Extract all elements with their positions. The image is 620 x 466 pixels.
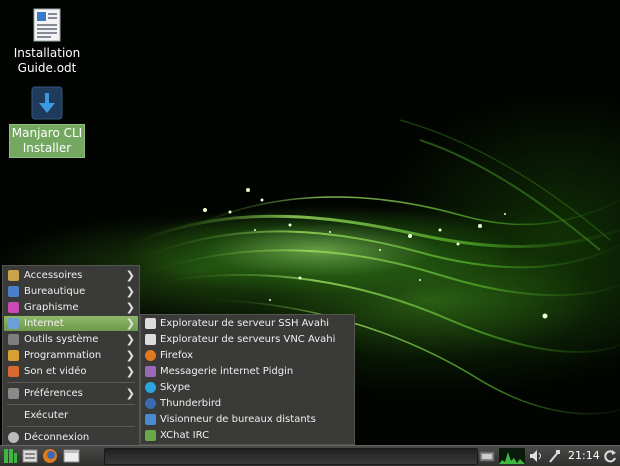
network-icon [479, 451, 495, 462]
submenu-arrow-icon: ❯ [125, 365, 135, 378]
remote-desktop-icon [145, 414, 156, 425]
file-manager-launcher[interactable] [22, 448, 38, 464]
menu-item-bureautique[interactable]: Bureautique ❯ [4, 284, 138, 299]
power-plug-icon [549, 450, 560, 463]
submenu-item-xchat[interactable]: XChat IRC [142, 428, 353, 444]
submenu-item-avahi-vnc[interactable]: Explorateur de serveurs VNC Avahi [142, 332, 353, 348]
bottom-panel: 21:14 [0, 445, 620, 466]
menu-separator [7, 382, 135, 383]
menu-item-graphisme[interactable]: Graphisme ❯ [4, 300, 138, 315]
programming-icon [8, 350, 19, 361]
submenu-item-skype[interactable]: Skype [142, 380, 353, 396]
firefox-icon [43, 449, 57, 463]
submenu-item-avahi-ssh[interactable]: Explorateur de serveur SSH Avahi [142, 316, 353, 332]
application-menu: Accessoires ❯ Bureautique ❯ Graphisme ❯ … [2, 265, 140, 446]
submenu-item-pidgin[interactable]: Messagerie internet Pidgin [142, 364, 353, 380]
submenu-arrow-icon: ❯ [125, 317, 135, 330]
submenu-arrow-icon: ❯ [125, 349, 135, 362]
document-icon [31, 8, 63, 42]
xchat-icon [145, 430, 156, 441]
office-icon [8, 286, 19, 297]
network-tray-button[interactable] [478, 448, 496, 464]
menu-item-outils-systeme[interactable]: Outils système ❯ [4, 332, 138, 347]
logout-icon [8, 432, 19, 443]
submenu-arrow-icon: ❯ [125, 285, 135, 298]
refresh-icon [604, 450, 616, 463]
menu-item-accessoires[interactable]: Accessoires ❯ [4, 268, 138, 283]
desktop-icon-label: Manjaro CLI Installer [9, 124, 85, 158]
menu-launcher-button[interactable] [3, 448, 17, 464]
manjaro-logo-icon [4, 449, 17, 463]
clock[interactable]: 21:14 [568, 449, 600, 462]
desktop: Installation Guide.odt Manjaro CLI Insta… [0, 0, 620, 466]
preferences-icon [8, 388, 19, 399]
accessories-icon [8, 270, 19, 281]
menu-separator [7, 426, 135, 427]
skype-icon [145, 382, 156, 393]
show-desktop-button[interactable] [63, 448, 80, 464]
menu-item-son-et-video[interactable]: Son et vidéo ❯ [4, 364, 138, 379]
submenu-arrow-icon: ❯ [125, 333, 135, 346]
power-plug-button[interactable] [548, 448, 562, 464]
logout-panel-button[interactable] [603, 448, 617, 464]
firefox-launcher[interactable] [42, 448, 58, 464]
submenu-arrow-icon: ❯ [125, 387, 135, 400]
installer-icon [31, 86, 63, 120]
avahi-ssh-icon [145, 318, 156, 329]
internet-icon [8, 318, 19, 329]
graphics-icon [8, 302, 19, 313]
menu-item-deconnexion[interactable]: Déconnexion [4, 430, 138, 445]
menu-item-executer[interactable]: Exécuter [4, 408, 138, 423]
menu-separator [7, 404, 135, 405]
menu-item-programmation[interactable]: Programmation ❯ [4, 348, 138, 363]
submenu-item-thunderbird[interactable]: Thunderbird [142, 396, 353, 412]
internet-submenu: Explorateur de serveur SSH Avahi Explora… [140, 314, 355, 445]
menu-item-internet[interactable]: Internet ❯ [4, 316, 138, 331]
desktop-icon-label: Installation Guide.odt [13, 46, 81, 75]
file-manager-icon [22, 449, 38, 463]
volume-button[interactable] [529, 448, 543, 464]
thunderbird-icon [145, 398, 156, 409]
taskbar[interactable] [104, 448, 478, 465]
system-tools-icon [8, 334, 19, 345]
volume-icon [530, 450, 541, 462]
menu-item-preferences[interactable]: Préférences ❯ [4, 386, 138, 401]
submenu-item-firefox[interactable]: Firefox [142, 348, 353, 364]
firefox-icon [145, 350, 156, 361]
multimedia-icon [8, 366, 19, 377]
avahi-vnc-icon [145, 334, 156, 345]
submenu-item-remote-desktop[interactable]: Visionneur de bureaux distants [142, 412, 353, 428]
window-icon [63, 449, 80, 463]
desktop-icon-manjaro-cli-installer[interactable]: Manjaro CLI Installer [7, 86, 87, 158]
pidgin-icon [145, 366, 156, 377]
desktop-icon-installation-guide[interactable]: Installation Guide.odt [7, 8, 87, 76]
cpu-monitor[interactable] [499, 448, 525, 464]
submenu-arrow-icon: ❯ [125, 269, 135, 282]
submenu-arrow-icon: ❯ [125, 301, 135, 314]
cpu-graph-icon [499, 448, 525, 464]
